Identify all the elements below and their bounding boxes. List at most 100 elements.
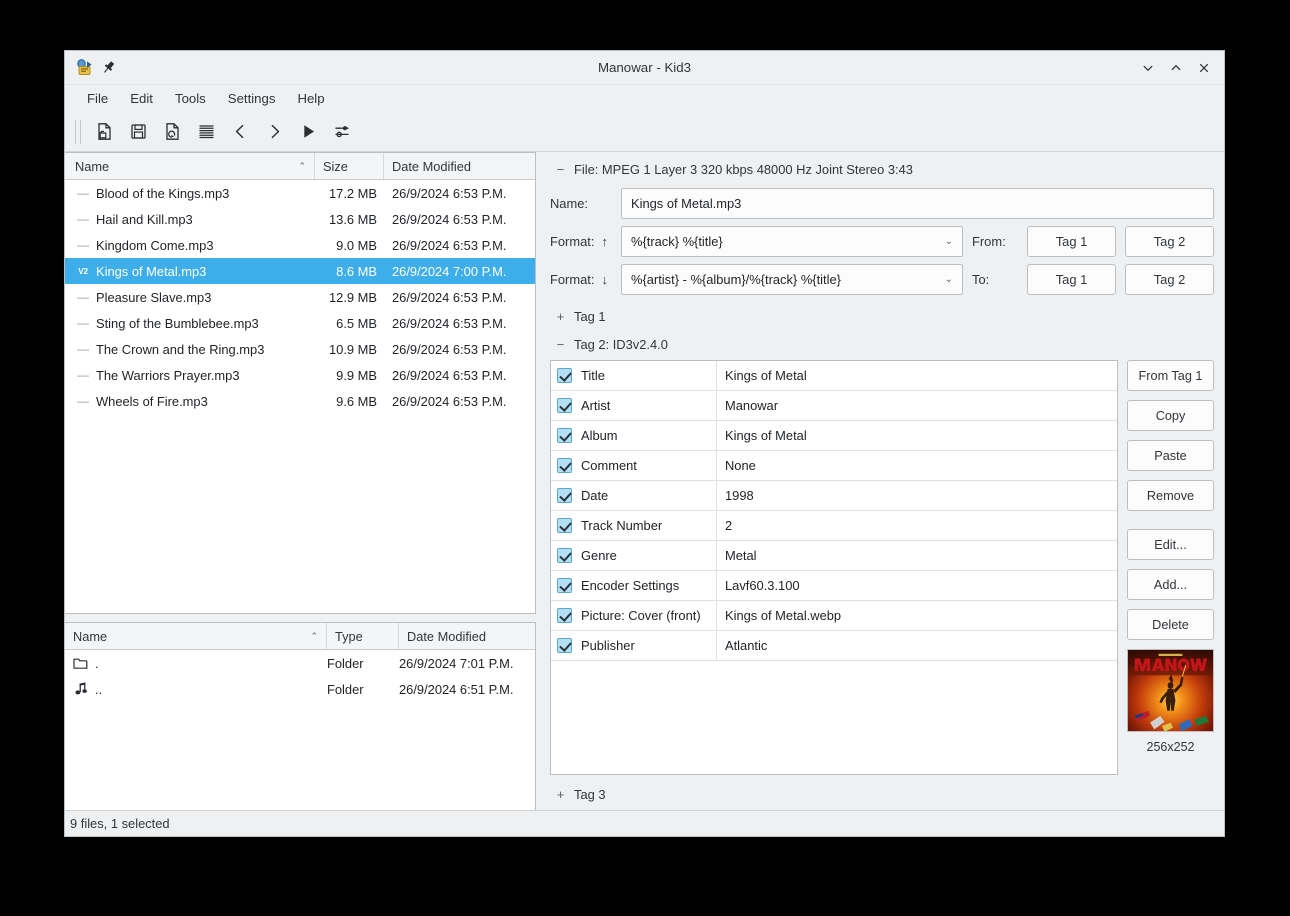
file-list-row[interactable]: —Pleasure Slave.mp312.9 MB26/9/2024 6:53… [65, 284, 535, 310]
tag-frame-value[interactable]: Metal [717, 541, 1117, 570]
delete-button[interactable]: Delete [1127, 609, 1214, 640]
revert-icon[interactable] [155, 116, 189, 148]
tag-frame-value[interactable]: Manowar [717, 391, 1117, 420]
pin-icon[interactable] [101, 60, 116, 75]
next-icon[interactable] [257, 116, 291, 148]
format-down-combobox[interactable]: %{artist} - %{album}/%{track} %{title} ⌄ [621, 264, 963, 295]
copy-button[interactable]: Copy [1127, 400, 1214, 431]
file-list-row[interactable]: —The Crown and the Ring.mp310.9 MB26/9/2… [65, 336, 535, 362]
format-down-row: Format: ↓ %{artist} - %{album}/%{track} … [550, 264, 1214, 295]
tag-frame-value[interactable]: Lavf60.3.100 [717, 571, 1117, 600]
format-up-value: %{track} %{title} [631, 234, 939, 249]
tag-frame-value[interactable]: 1998 [717, 481, 1117, 510]
from-tag2-button[interactable]: Tag 2 [1125, 226, 1214, 257]
tag-frame-checkbox[interactable] [557, 518, 572, 533]
file-list-row[interactable]: —The Warriors Prayer.mp39.9 MB26/9/2024 … [65, 362, 535, 388]
tree-branch-icon: — [75, 368, 91, 382]
tag3-section-header[interactable]: + Tag 3 [550, 782, 1214, 806]
file-list-row[interactable]: —Wheels of Fire.mp39.6 MB26/9/2024 6:53 … [65, 388, 535, 414]
close-button[interactable] [1192, 56, 1216, 80]
format-up-combobox[interactable]: %{track} %{title} ⌄ [621, 226, 963, 257]
minimize-button[interactable] [1136, 56, 1160, 80]
file-list-row[interactable]: V2Kings of Metal.mp38.6 MB26/9/2024 7:00… [65, 258, 535, 284]
dir-col-date[interactable]: Date Modified [399, 623, 535, 649]
tag-frame-checkbox[interactable] [557, 428, 572, 443]
pane-splitter-horizontal[interactable] [65, 614, 536, 622]
tag-frame-checkbox[interactable] [557, 458, 572, 473]
tag-frame-checkbox[interactable] [557, 548, 572, 563]
file-list-row[interactable]: —Hail and Kill.mp313.6 MB26/9/2024 6:53 … [65, 206, 535, 232]
dir-col-name[interactable]: Name ⌃ [65, 623, 327, 649]
menu-file[interactable]: File [77, 87, 118, 110]
menu-edit[interactable]: Edit [120, 87, 163, 110]
tag-frame-row[interactable]: GenreMetal [551, 541, 1117, 571]
remove-button[interactable]: Remove [1127, 480, 1214, 511]
file-col-name[interactable]: Name ⌃ [65, 153, 315, 179]
from-tag1-button[interactable]: Tag 1 [1027, 226, 1116, 257]
tag-frame-label: Date [581, 488, 608, 503]
menu-settings[interactable]: Settings [218, 87, 286, 110]
from-tag-1-button[interactable]: From Tag 1 [1127, 360, 1214, 391]
tag-table-empty-area[interactable] [551, 661, 1117, 774]
edit-button[interactable]: Edit... [1127, 529, 1214, 560]
tag-frame-checkbox[interactable] [557, 488, 572, 503]
arrow-down-icon: ↓ [602, 272, 608, 287]
tag-frame-checkbox[interactable] [557, 398, 572, 413]
tag1-section-header[interactable]: + Tag 1 [550, 304, 1214, 328]
toolbar-grip[interactable] [75, 120, 81, 144]
album-cover-art[interactable] [1127, 649, 1214, 732]
tag-frame-checkbox[interactable] [557, 578, 572, 593]
file-row-name-cell: —Pleasure Slave.mp3 [65, 290, 315, 305]
tag-frame-checkbox[interactable] [557, 368, 572, 383]
tag-frame-value[interactable]: Kings of Metal.webp [717, 601, 1117, 630]
open-file-icon[interactable] [87, 116, 121, 148]
add-button[interactable]: Add... [1127, 569, 1214, 600]
save-icon[interactable] [121, 116, 155, 148]
file-col-date[interactable]: Date Modified [384, 153, 535, 179]
tag-frame-row[interactable]: Track Number2 [551, 511, 1117, 541]
file-col-size[interactable]: Size [315, 153, 384, 179]
file-list-row[interactable]: —Kingdom Come.mp39.0 MB26/9/2024 6:53 P.… [65, 232, 535, 258]
tag-frame-row[interactable]: ArtistManowar [551, 391, 1117, 421]
to-tag2-button[interactable]: Tag 2 [1125, 264, 1214, 295]
tag-frame-checkbox[interactable] [557, 608, 572, 623]
maximize-button[interactable] [1164, 56, 1188, 80]
file-col-date-label: Date Modified [392, 159, 471, 174]
button-group-separator [1127, 520, 1214, 529]
settings-sliders-icon[interactable] [325, 116, 359, 148]
tag2-label: Tag 2: ID3v2.4.0 [574, 337, 668, 352]
tag-frame-value[interactable]: None [717, 451, 1117, 480]
collapse-minus-icon: − [556, 162, 565, 177]
paste-button[interactable]: Paste [1127, 440, 1214, 471]
tag-frame-row[interactable]: Date 1998 [551, 481, 1117, 511]
tag-frame-row[interactable]: PublisherAtlantic [551, 631, 1117, 661]
dir-list-row[interactable]: .Folder26/9/2024 7:01 P.M. [65, 650, 535, 676]
tag-frame-value[interactable]: Atlantic [717, 631, 1117, 660]
tag-frame-row[interactable]: CommentNone [551, 451, 1117, 481]
file-list-row[interactable]: —Sting of the Bumblebee.mp36.5 MB26/9/20… [65, 310, 535, 336]
tag2-section-header[interactable]: − Tag 2: ID3v2.4.0 [550, 332, 1214, 356]
tag-frame-checkbox[interactable] [557, 638, 572, 653]
dir-list-header: Name ⌃ Type Date Modified [65, 623, 535, 650]
file-section-header[interactable]: − File: MPEG 1 Layer 3 320 kbps 48000 Hz… [550, 157, 1214, 181]
file-row-name: Blood of the Kings.mp3 [91, 186, 229, 201]
dir-row-name-cell: . [65, 656, 327, 671]
file-list-row[interactable]: —Blood of the Kings.mp317.2 MB26/9/2024 … [65, 180, 535, 206]
tag-frame-row[interactable]: TitleKings of Metal [551, 361, 1117, 391]
tag-frame-row[interactable]: Picture: Cover (front)Kings of Metal.web… [551, 601, 1117, 631]
tag-frame-value[interactable]: Kings of Metal [717, 421, 1117, 450]
dir-list-row[interactable]: ..Folder26/9/2024 6:51 P.M. [65, 676, 535, 702]
list-icon[interactable] [189, 116, 223, 148]
filename-input[interactable] [621, 188, 1214, 219]
dir-col-type[interactable]: Type [327, 623, 399, 649]
tag-frame-value[interactable]: 2 [717, 511, 1117, 540]
menu-tools[interactable]: Tools [165, 87, 216, 110]
tag-frame-value[interactable]: Kings of Metal [717, 361, 1117, 390]
previous-icon[interactable] [223, 116, 257, 148]
tag-frame-row[interactable]: Encoder SettingsLavf60.3.100 [551, 571, 1117, 601]
dir-col-date-label: Date Modified [407, 629, 486, 644]
menu-help[interactable]: Help [287, 87, 334, 110]
tag-frame-row[interactable]: AlbumKings of Metal [551, 421, 1117, 451]
to-tag1-button[interactable]: Tag 1 [1027, 264, 1116, 295]
play-icon[interactable] [291, 116, 325, 148]
